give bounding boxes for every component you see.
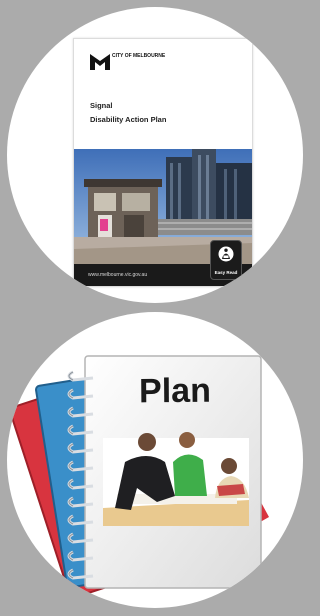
easy-read-person-icon [218,246,234,262]
cover-url: www.melbourne.vic.gov.au [88,272,148,278]
easy-read-badge: Easy Read [210,240,242,280]
people-planning-photo [103,432,249,526]
report-cover-thumbnail[interactable]: CITY OF MELBOURNE Signal Disability Acti… [7,7,303,303]
city-of-melbourne-logo [90,54,110,70]
cover-title: Signal [90,101,113,110]
cover-subtitle: Disability Action Plan [90,115,167,124]
report-cover[interactable]: CITY OF MELBOURNE Signal Disability Acti… [73,38,253,287]
plan-label: Plan [138,371,212,411]
easy-read-label: Easy Read [214,270,238,275]
stacked-binders-illustration [9,355,269,599]
logo-text: CITY OF MELBOURNE [112,53,166,59]
plan-illustration-thumbnail[interactable]: Plan [7,312,303,608]
